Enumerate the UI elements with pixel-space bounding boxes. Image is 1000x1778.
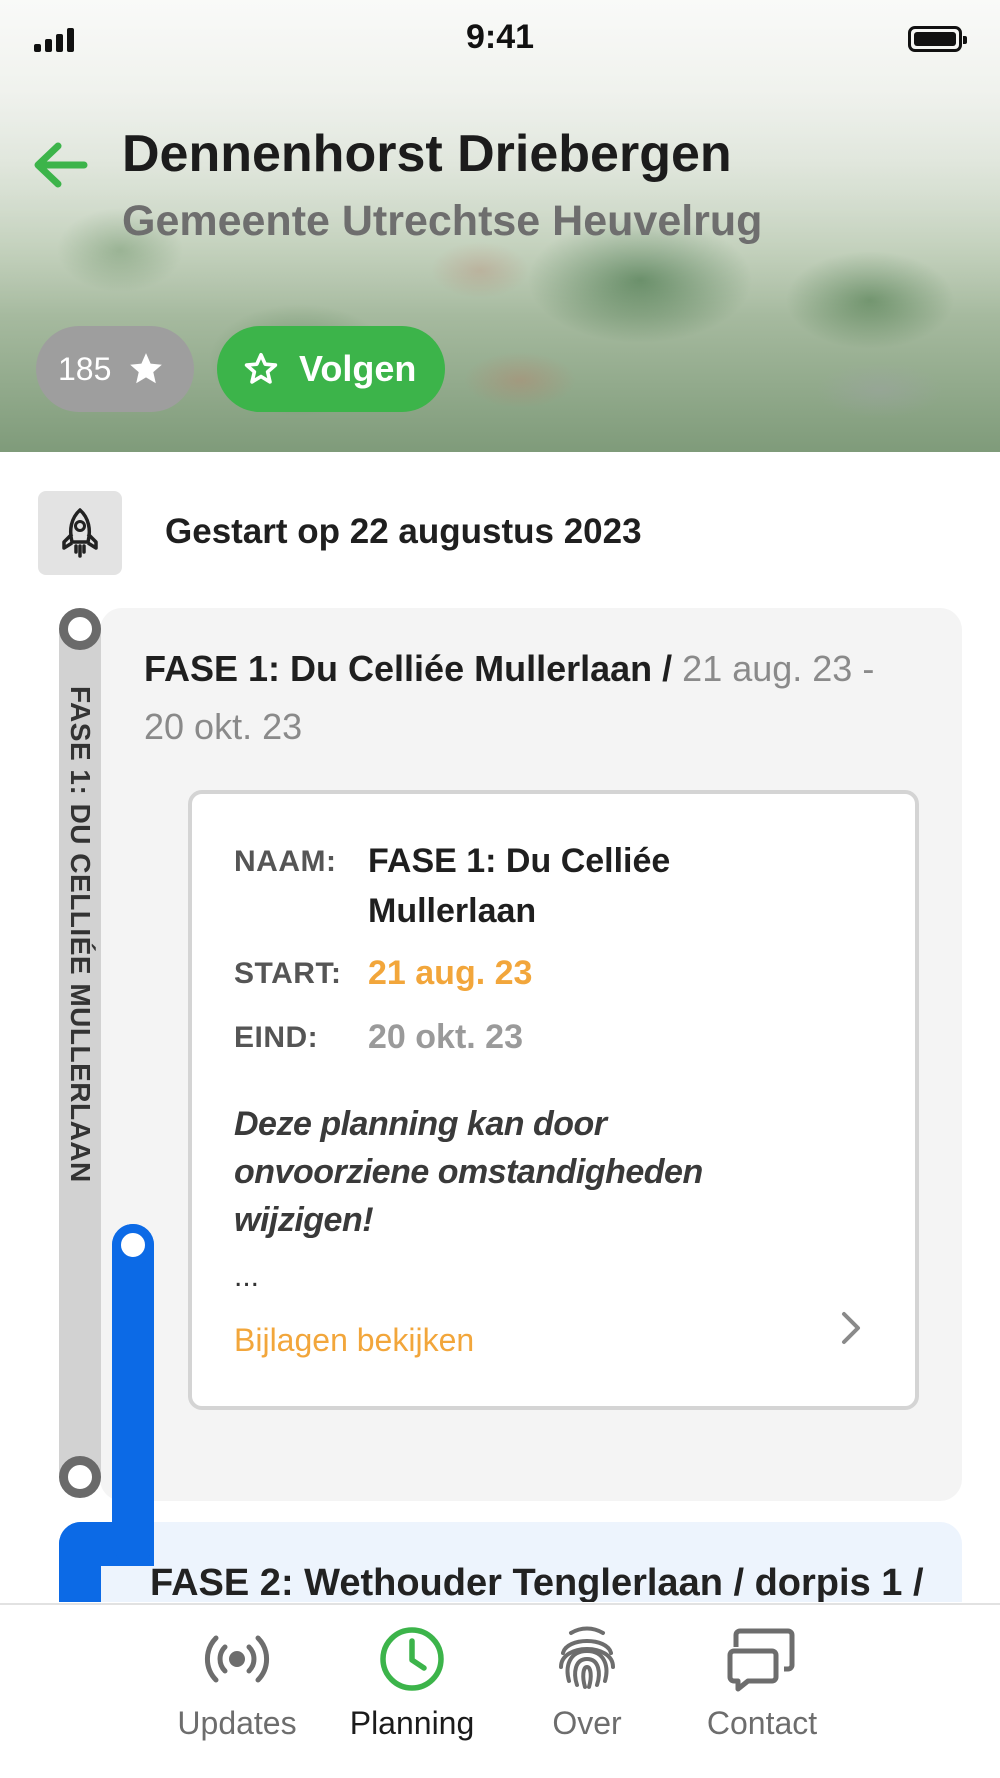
chevron-right-icon[interactable] xyxy=(836,1308,866,1348)
follow-button[interactable]: Volgen xyxy=(217,326,445,412)
planning-disclaimer: Deze planning kan door onvoorziene omsta… xyxy=(234,1105,703,1239)
status-bar: 9:41 xyxy=(0,0,1000,80)
start-label: START: xyxy=(234,957,342,990)
tab-bar: Updates Planning Over Contact xyxy=(0,1603,1000,1778)
back-arrow-icon[interactable] xyxy=(32,140,88,190)
current-progress-dot xyxy=(112,1224,154,1266)
status-time: 9:41 xyxy=(465,18,535,56)
tab-planning[interactable]: Planning xyxy=(337,1623,487,1763)
end-value: 20 okt. 23 xyxy=(368,1018,523,1056)
star-icon xyxy=(130,353,163,384)
tab-updates-label: Updates xyxy=(177,1705,297,1741)
rocket-icon xyxy=(38,491,122,575)
end-label: EIND: xyxy=(234,1021,319,1054)
page-subtitle: Gemeente Utrechtse Heuvelrug xyxy=(122,197,763,245)
tab-contact[interactable]: Contact xyxy=(687,1623,837,1763)
timeline-end-dot xyxy=(59,1456,101,1498)
phase-heading-name: FASE 1: Du Celliée Mullerlaan / xyxy=(144,648,673,689)
timeline-start-dot xyxy=(59,608,101,650)
start-value: 21 aug. 23 xyxy=(368,954,533,992)
tab-over[interactable]: Over xyxy=(512,1623,662,1763)
tab-updates[interactable]: Updates xyxy=(162,1623,312,1763)
fingerprint-icon xyxy=(559,1626,615,1689)
tab-contact-label: Contact xyxy=(706,1705,818,1741)
view-attachments-link[interactable]: Bijlagen bekijken xyxy=(234,1322,474,1359)
next-phase-card[interactable]: FASE 2: Wethouder Tenglerlaan / dorpis 1… xyxy=(100,1522,962,1602)
next-phase-heading: FASE 2: Wethouder Tenglerlaan / dorpis 1… xyxy=(150,1562,924,1602)
followers-count: 185 xyxy=(58,350,112,387)
chat-icon xyxy=(727,1628,795,1692)
phase-heading: FASE 1: Du Celliée Mullerlaan / 21 aug. … xyxy=(144,640,924,756)
tab-over-label: Over xyxy=(552,1705,622,1741)
more-ellipsis: ... xyxy=(234,1260,260,1293)
timeline-rail-label: FASE 1: DU CELLIÉE MULLERLAAN xyxy=(65,686,96,1183)
star-outline-icon xyxy=(244,352,278,384)
clock-icon xyxy=(380,1627,444,1691)
broadcast-icon xyxy=(204,1635,270,1683)
name-value: FASE 1: Du Celliée Mullerlaan xyxy=(368,842,671,930)
tab-planning-label: Planning xyxy=(349,1705,475,1741)
follow-label: Volgen xyxy=(299,348,417,389)
followers-count-badge[interactable]: 185 xyxy=(36,326,194,412)
page-title: Dennenhorst Driebergen xyxy=(122,125,732,183)
current-progress-bar xyxy=(112,1224,154,1564)
started-date: Gestart op 22 augustus 2023 xyxy=(165,512,642,551)
battery-icon xyxy=(908,26,967,52)
name-label: NAAM: xyxy=(234,845,337,878)
